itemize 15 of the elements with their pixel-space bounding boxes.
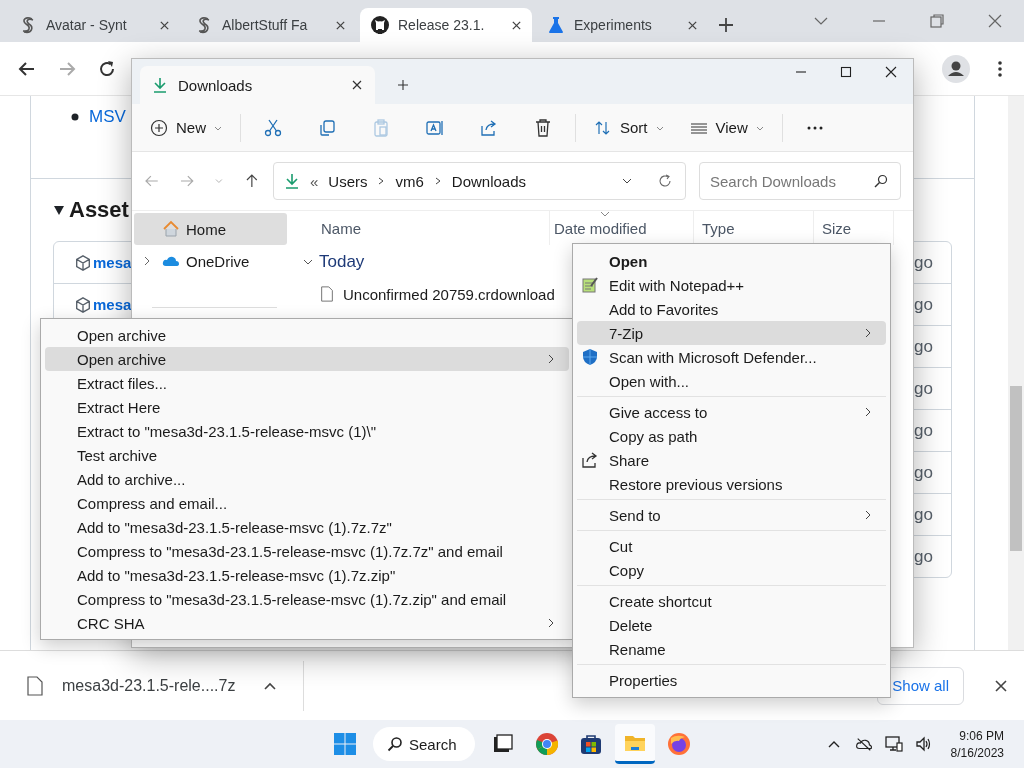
tab-title: Avatar - Synt bbox=[46, 17, 128, 33]
tab-title: AlbertStuff Fa bbox=[222, 17, 309, 33]
tab-title: Release 23.1. bbox=[398, 17, 486, 33]
asset-age: go bbox=[914, 252, 933, 273]
asset-age: go bbox=[914, 546, 933, 567]
asset-age: go bbox=[914, 336, 933, 357]
tab-title: Downloads bbox=[178, 76, 254, 94]
asset-age: go bbox=[914, 378, 933, 399]
asset-age: go bbox=[914, 294, 933, 315]
search-label: Search bbox=[409, 735, 457, 753]
asset-age: go bbox=[914, 462, 933, 483]
tab-title: Experiments bbox=[574, 17, 653, 33]
asset-age: go bbox=[914, 420, 933, 441]
assets-heading: Asset bbox=[69, 197, 129, 223]
asset-age: go bbox=[914, 504, 933, 525]
